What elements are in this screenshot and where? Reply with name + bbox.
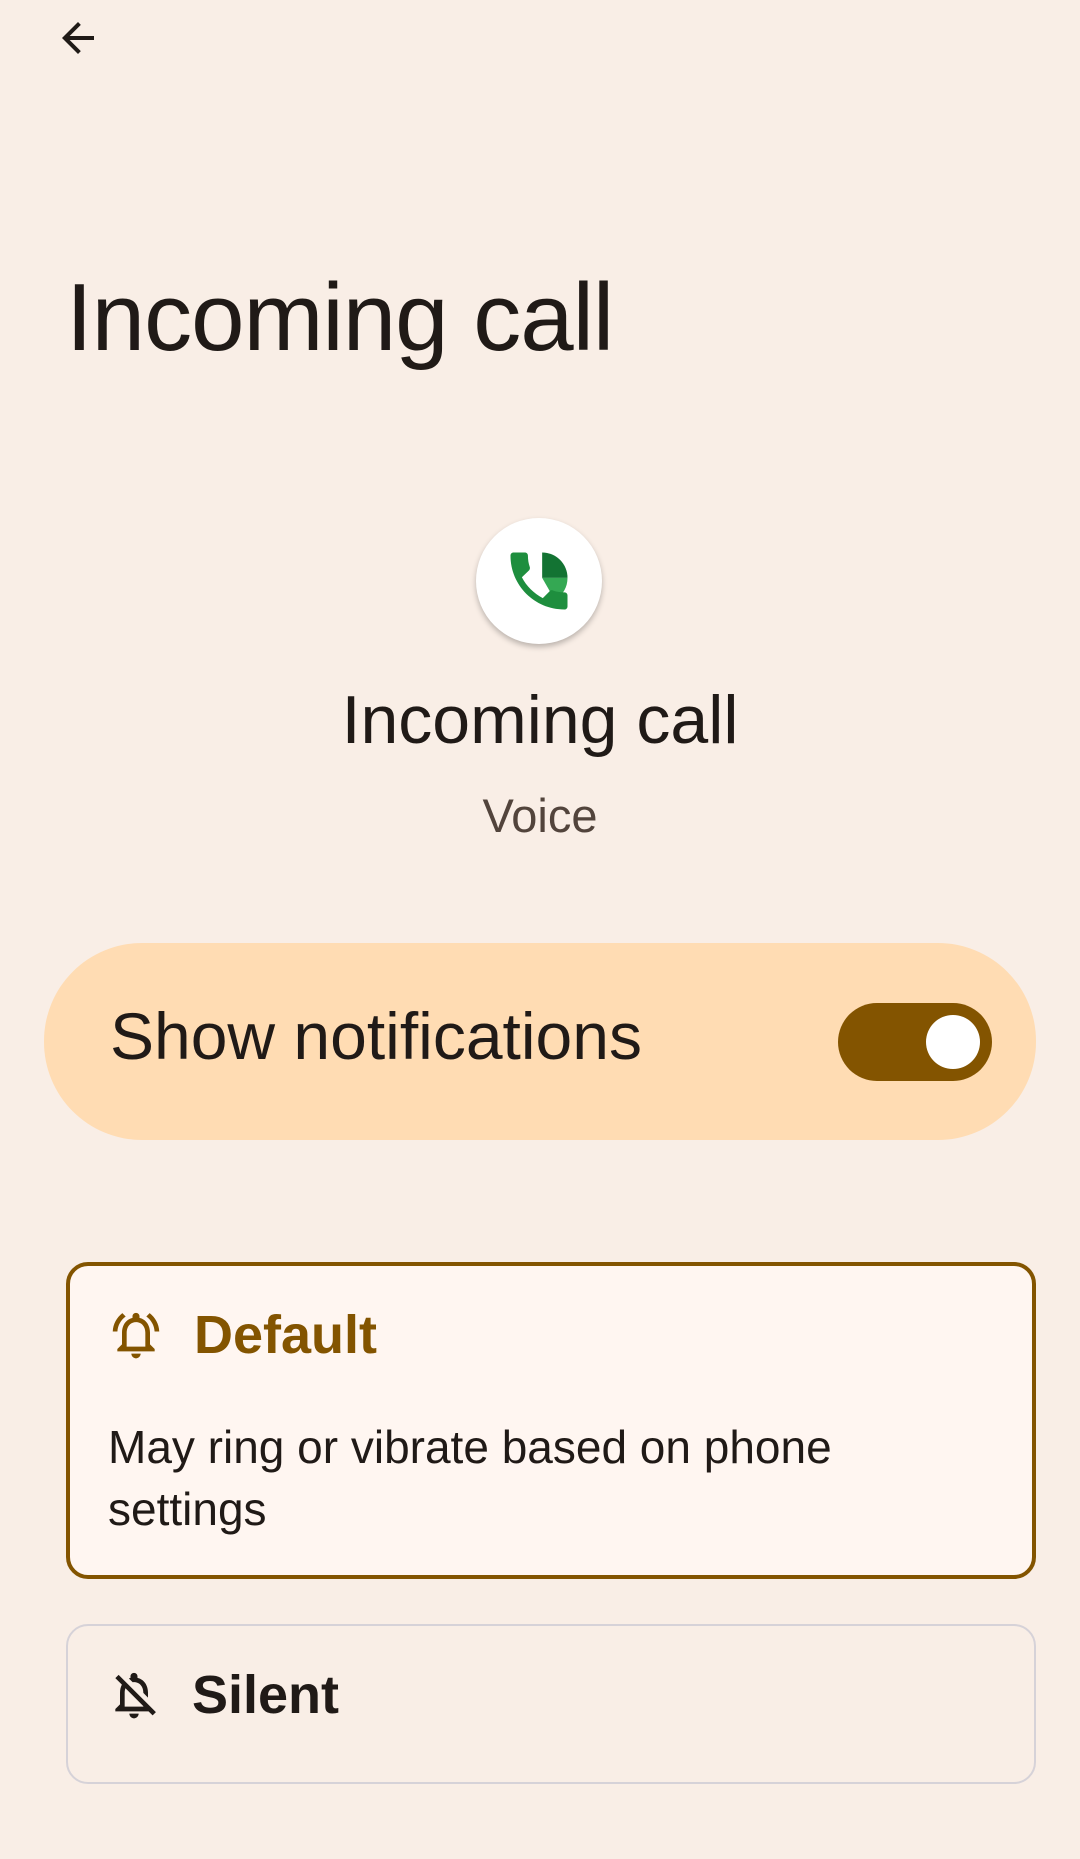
show-notifications-label: Show notifications xyxy=(110,999,642,1073)
bell-icon xyxy=(108,1304,164,1366)
option-silent-header: Silent xyxy=(106,1664,339,1726)
option-default-header: Default xyxy=(108,1304,377,1366)
channel-app-name: Voice xyxy=(482,789,598,842)
option-silent[interactable]: Silent xyxy=(66,1624,1036,1784)
show-notifications-row[interactable]: Show notifications xyxy=(44,943,1036,1140)
page-title: Incoming call xyxy=(66,264,614,371)
show-notifications-toggle[interactable] xyxy=(838,1003,992,1081)
back-button[interactable] xyxy=(40,0,116,76)
option-default-title: Default xyxy=(194,1305,378,1365)
channel-name: Incoming call xyxy=(341,682,739,758)
option-default-description: May ring or vibrate based on phone setti… xyxy=(108,1421,832,1535)
phone-call-app-icon xyxy=(510,552,568,610)
bell-off-icon xyxy=(106,1664,162,1726)
arrow-back-icon xyxy=(62,22,94,54)
option-default[interactable]: Default May ring or vibrate based on pho… xyxy=(66,1262,1036,1579)
toggle-thumb xyxy=(926,1015,980,1069)
app-icon xyxy=(476,518,602,644)
option-silent-title: Silent xyxy=(192,1665,340,1725)
